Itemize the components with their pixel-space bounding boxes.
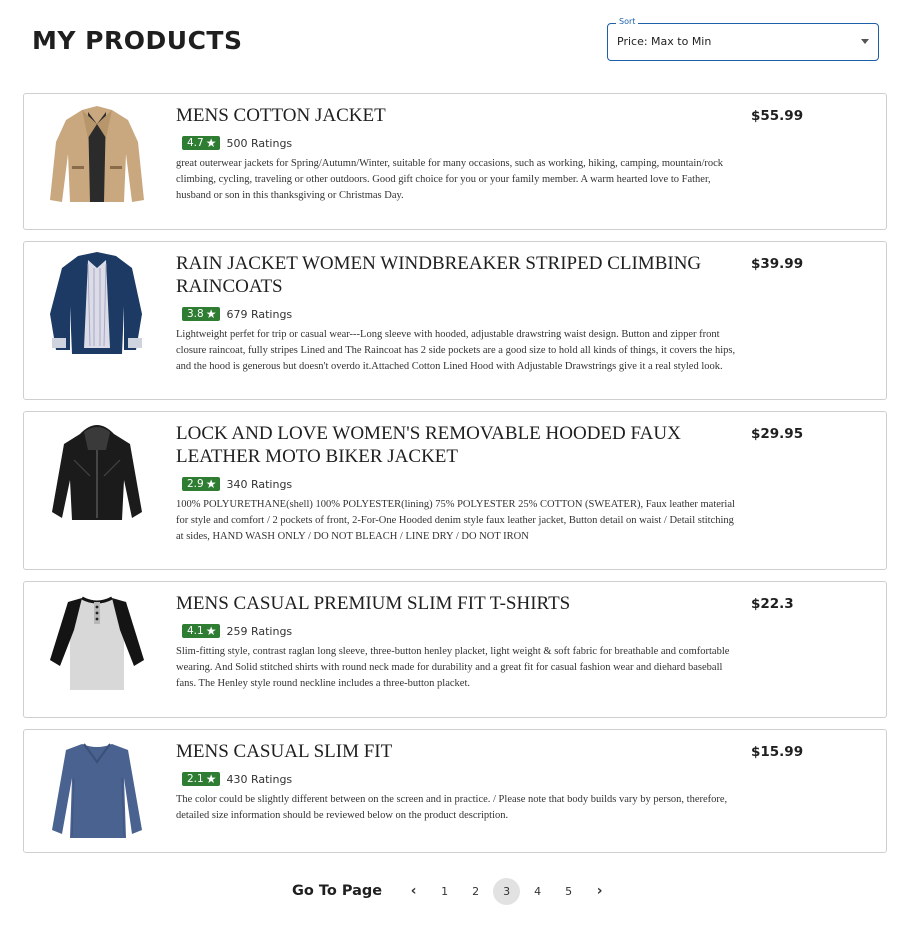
product-price: $55.99 — [751, 108, 804, 124]
rating-value: 4.7 — [187, 137, 204, 149]
pagination: Go To Page ‹ 1 2 3 4 5 › — [292, 877, 617, 905]
ratings-count: 340 Ratings — [226, 477, 293, 491]
prev-page-button[interactable]: ‹ — [400, 878, 427, 905]
rating-badge: 2.1 ★ — [182, 772, 221, 786]
product-card[interactable]: MENS CASUAL PREMIUM SLIM FIT T-SHIRTS 4.… — [23, 581, 887, 718]
rating-value: 4.1 — [187, 625, 204, 637]
product-list: MENS COTTON JACKET 4.7 ★ 500 Ratings gre… — [23, 93, 887, 864]
product-description: The color could be slightly different be… — [176, 794, 728, 821]
pagination-label: Go To Page — [292, 883, 383, 899]
product-card[interactable]: MENS COTTON JACKET 4.7 ★ 500 Ratings gre… — [23, 93, 887, 230]
chevron-right-icon: › — [596, 883, 603, 899]
rating-badge: 3.8 ★ — [182, 307, 221, 321]
product-price: $22.3 — [751, 596, 794, 612]
page-button-4[interactable]: 4 — [524, 878, 551, 905]
rating-badge: 4.7 ★ — [182, 136, 221, 150]
product-card[interactable]: MENS CASUAL SLIM FIT 2.1 ★ 430 Ratings T… — [23, 729, 887, 853]
star-icon: ★ — [205, 477, 217, 491]
ratings-count: 259 Ratings — [226, 624, 293, 638]
product-image — [52, 425, 142, 520]
product-description: 100% POLYURETHANE(shell) 100% POLYESTER(… — [176, 499, 735, 542]
page-title: MY PRODUCTS — [32, 26, 243, 55]
product-price: $15.99 — [751, 744, 804, 760]
rating-value: 3.8 — [187, 308, 204, 320]
ratings-count: 679 Ratings — [226, 307, 293, 321]
rating-value: 2.1 — [187, 773, 204, 785]
sort-select[interactable]: Sort Price: Max to Min — [607, 17, 879, 61]
product-price: $29.95 — [751, 426, 804, 442]
product-price: $39.99 — [751, 256, 804, 272]
product-card[interactable]: LOCK AND LOVE WOMEN'S REMOVABLE HOODED F… — [23, 411, 887, 570]
rating-badge: 4.1 ★ — [182, 624, 221, 638]
product-description: Lightweight perfet for trip or casual we… — [176, 329, 736, 372]
product-image — [50, 106, 144, 202]
product-name[interactable]: MENS COTTON JACKET — [176, 104, 736, 127]
ratings-count: 500 Ratings — [226, 136, 293, 150]
product-description: great outerwear jackets for Spring/Autum… — [176, 158, 724, 201]
page-button-2[interactable]: 2 — [462, 878, 489, 905]
product-name[interactable]: MENS CASUAL SLIM FIT — [176, 740, 736, 763]
rating-value: 2.9 — [187, 478, 204, 490]
page-button-3-current[interactable]: 3 — [493, 877, 521, 905]
star-icon: ★ — [205, 772, 217, 786]
star-icon: ★ — [205, 624, 217, 638]
star-icon: ★ — [205, 307, 217, 321]
product-name[interactable]: MENS CASUAL PREMIUM SLIM FIT T-SHIRTS — [176, 592, 736, 615]
page-button-1[interactable]: 1 — [431, 878, 458, 905]
ratings-count: 430 Ratings — [226, 772, 293, 786]
star-icon: ★ — [205, 136, 217, 150]
chevron-left-icon: ‹ — [410, 883, 417, 899]
next-page-button[interactable]: › — [586, 878, 613, 905]
page-button-5[interactable]: 5 — [555, 878, 582, 905]
product-image — [50, 596, 144, 690]
sort-selected-value: Price: Max to Min — [617, 35, 712, 48]
product-image — [52, 743, 142, 838]
product-card[interactable]: RAIN JACKET WOMEN WINDBREAKER STRIPED CL… — [23, 241, 887, 400]
sort-label: Sort — [616, 17, 639, 26]
caret-down-icon — [861, 39, 869, 44]
product-description: Slim-fitting style, contrast raglan long… — [176, 646, 730, 689]
product-image — [50, 252, 142, 354]
product-name[interactable]: LOCK AND LOVE WOMEN'S REMOVABLE HOODED F… — [176, 422, 736, 468]
product-name[interactable]: RAIN JACKET WOMEN WINDBREAKER STRIPED CL… — [176, 252, 736, 298]
rating-badge: 2.9 ★ — [182, 477, 221, 491]
